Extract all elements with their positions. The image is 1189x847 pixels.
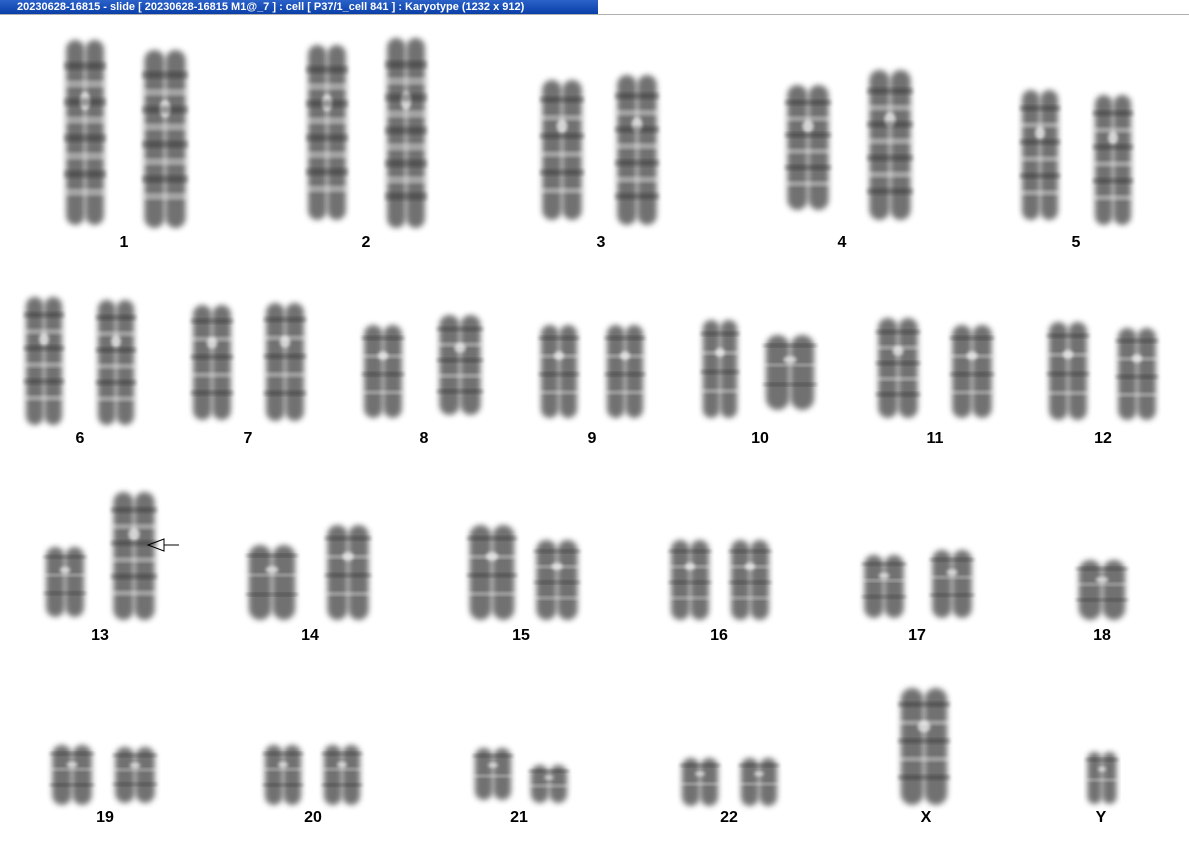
chromosome-9-a [538, 325, 580, 418]
chromosome-15-a [467, 525, 517, 620]
chromosome-11-a [875, 318, 921, 418]
chromosome-19-a [49, 745, 95, 805]
chromosome-1-b [141, 50, 189, 228]
chromosome-14-a [246, 545, 298, 620]
chromosome-label-7: 7 [243, 430, 253, 447]
chromosome-2-a [305, 45, 349, 220]
chromosome-label-3: 3 [596, 234, 606, 251]
chromosome-label-11: 11 [926, 430, 944, 447]
chromosome-19-b [112, 747, 158, 803]
chromosome-label-14: 14 [301, 627, 319, 644]
chromosome-label-1: 1 [119, 234, 129, 251]
chromosome-3-a [539, 80, 585, 220]
chromosome-label-10: 10 [751, 430, 769, 447]
karyotype-image [23, 38, 1159, 806]
chromosome-8-b [436, 315, 484, 415]
chromosome-18-a [1076, 560, 1128, 620]
chromosome-3-b [614, 75, 660, 225]
chromosome-22-b [738, 758, 780, 806]
chromosome-14-b [324, 525, 372, 620]
chromosome-Y-a [1085, 752, 1119, 804]
chromosome-label-13: 13 [91, 627, 109, 644]
chromosome-label-12: 12 [1094, 430, 1112, 447]
chromosome-15-b [533, 540, 581, 620]
chromosome-label-20: 20 [304, 809, 322, 826]
chromosome-13-a [43, 547, 87, 617]
chromosome-label-16: 16 [710, 627, 728, 644]
chromosome-6-b [95, 300, 137, 425]
chromosome-label-19: 19 [96, 809, 114, 826]
chromosome-label-15: 15 [512, 627, 530, 644]
chromosome-8-a [361, 325, 405, 418]
chromosome-label-Y: Y [1095, 809, 1107, 826]
chromosome-20-b [321, 745, 363, 805]
chromosome-17-a [861, 555, 907, 618]
chromosome-7-a [190, 305, 234, 420]
chromosome-label-21: 21 [510, 809, 528, 826]
chromosome-label-6: 6 [75, 430, 85, 447]
chromosome-label-4: 4 [837, 234, 847, 251]
chromosome-label-22: 22 [720, 809, 738, 826]
chromosome-4-a [784, 85, 832, 210]
chromosome-10-b [763, 335, 817, 410]
chromosome-label-2: 2 [361, 234, 371, 251]
chromosome-4-b [866, 70, 914, 220]
chromosome-9-b [604, 325, 646, 418]
chromosome-label-8: 8 [419, 430, 429, 447]
chromosome-16-b [728, 540, 772, 620]
chromosome-5-b [1092, 95, 1134, 225]
chromosome-label-18: 18 [1093, 627, 1111, 644]
chromosome-21-a [472, 748, 514, 800]
chromosome-label-X: X [920, 809, 932, 826]
chromosome-12-a [1046, 322, 1090, 420]
chromosome-label-5: 5 [1071, 234, 1081, 251]
chromosome-label-9: 9 [587, 430, 597, 447]
chromosome-X-a [898, 688, 950, 805]
chromosome-2-b [384, 38, 428, 228]
chromosome-17-b [929, 550, 975, 618]
chromosome-1-a [63, 40, 107, 225]
chromosome-6-a [23, 297, 65, 425]
chromosome-16-a [668, 540, 712, 620]
chromosome-12-b [1115, 328, 1159, 420]
chromosome-11-b [949, 325, 995, 418]
chromosome-13-b [110, 492, 158, 620]
chromosome-5-a [1019, 90, 1061, 220]
chromosome-22-a [679, 758, 721, 806]
chromosome-10-a [700, 320, 740, 418]
chromosome-label-17: 17 [908, 627, 926, 644]
chromosome-21-b [528, 765, 570, 803]
chromosome-20-a [262, 745, 304, 805]
chromosome-7-b [263, 303, 307, 421]
